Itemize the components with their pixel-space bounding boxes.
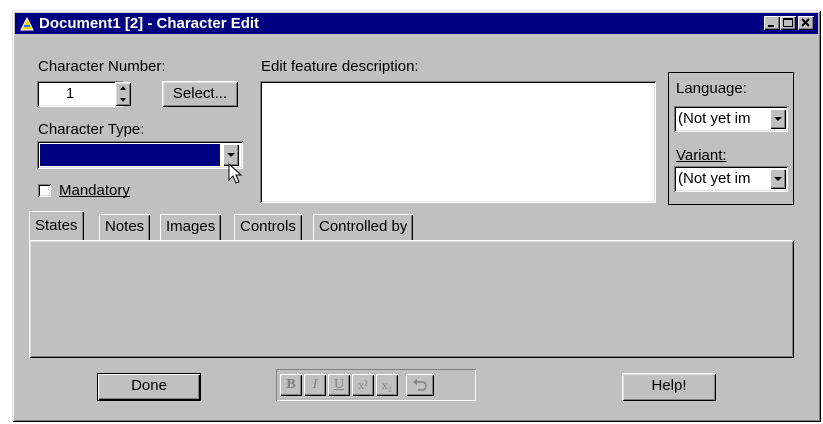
character-number-value: 1 <box>65 85 75 102</box>
tab-notes[interactable]: Notes <box>99 214 151 240</box>
done-button-label: Done <box>131 377 167 394</box>
subscript-button[interactable]: x₂ <box>376 374 398 396</box>
character-edit-window: Document1 [2] - Character Edit Character… <box>12 10 821 422</box>
variant-label: Variant: <box>676 147 727 164</box>
minimize-icon[interactable] <box>764 16 780 30</box>
feature-description-label: Edit feature description: <box>261 58 419 75</box>
variant-dropdown[interactable]: (Not yet im <box>674 166 788 192</box>
spin-up-icon[interactable] <box>115 82 131 94</box>
bold-button[interactable]: B <box>280 374 302 396</box>
feature-description-textarea[interactable] <box>260 81 656 203</box>
underline-button[interactable]: U <box>328 374 350 396</box>
tab-panel <box>29 240 794 358</box>
done-button[interactable]: Done <box>97 373 201 401</box>
character-type-label: Character Type: <box>38 121 145 138</box>
italic-button[interactable]: I <box>304 374 326 396</box>
help-button-label: Help! <box>651 377 687 394</box>
character-type-dropdown[interactable] <box>37 141 243 169</box>
character-number-label: Character Number: <box>38 58 166 75</box>
tab-controls[interactable]: Controls <box>234 214 302 240</box>
undo-button[interactable] <box>406 374 434 396</box>
tab-states[interactable]: States <box>29 211 84 240</box>
number-spinner[interactable] <box>115 82 131 106</box>
tab-controlled-by[interactable]: Controlled by <box>313 214 414 240</box>
chevron-down-icon[interactable] <box>770 169 786 189</box>
undo-icon <box>413 379 427 391</box>
help-button[interactable]: Help! <box>622 373 716 401</box>
language-dropdown[interactable]: (Not yet im <box>674 106 788 132</box>
language-value: (Not yet im <box>678 110 751 127</box>
app-icon <box>20 16 34 31</box>
close-icon[interactable] <box>798 16 814 30</box>
maximize-icon[interactable] <box>780 16 796 30</box>
superscript-button[interactable]: x² <box>352 374 374 396</box>
mouse-cursor-icon <box>228 163 243 184</box>
chevron-down-icon[interactable] <box>770 109 786 129</box>
mandatory-label: Mandatory <box>59 182 130 199</box>
window-title: Document1 [2] - Character Edit <box>39 15 260 32</box>
mandatory-checkbox[interactable] <box>38 184 51 197</box>
title-bar[interactable]: Document1 [2] - Character Edit <box>15 13 818 34</box>
tab-images[interactable]: Images <box>160 214 222 240</box>
character-number-input[interactable]: 1 <box>37 81 123 107</box>
language-label: Language: <box>676 80 747 97</box>
select-button[interactable]: Select... <box>162 81 238 107</box>
variant-value: (Not yet im <box>678 170 751 187</box>
character-type-selected <box>40 144 220 166</box>
spin-down-icon[interactable] <box>115 94 131 106</box>
